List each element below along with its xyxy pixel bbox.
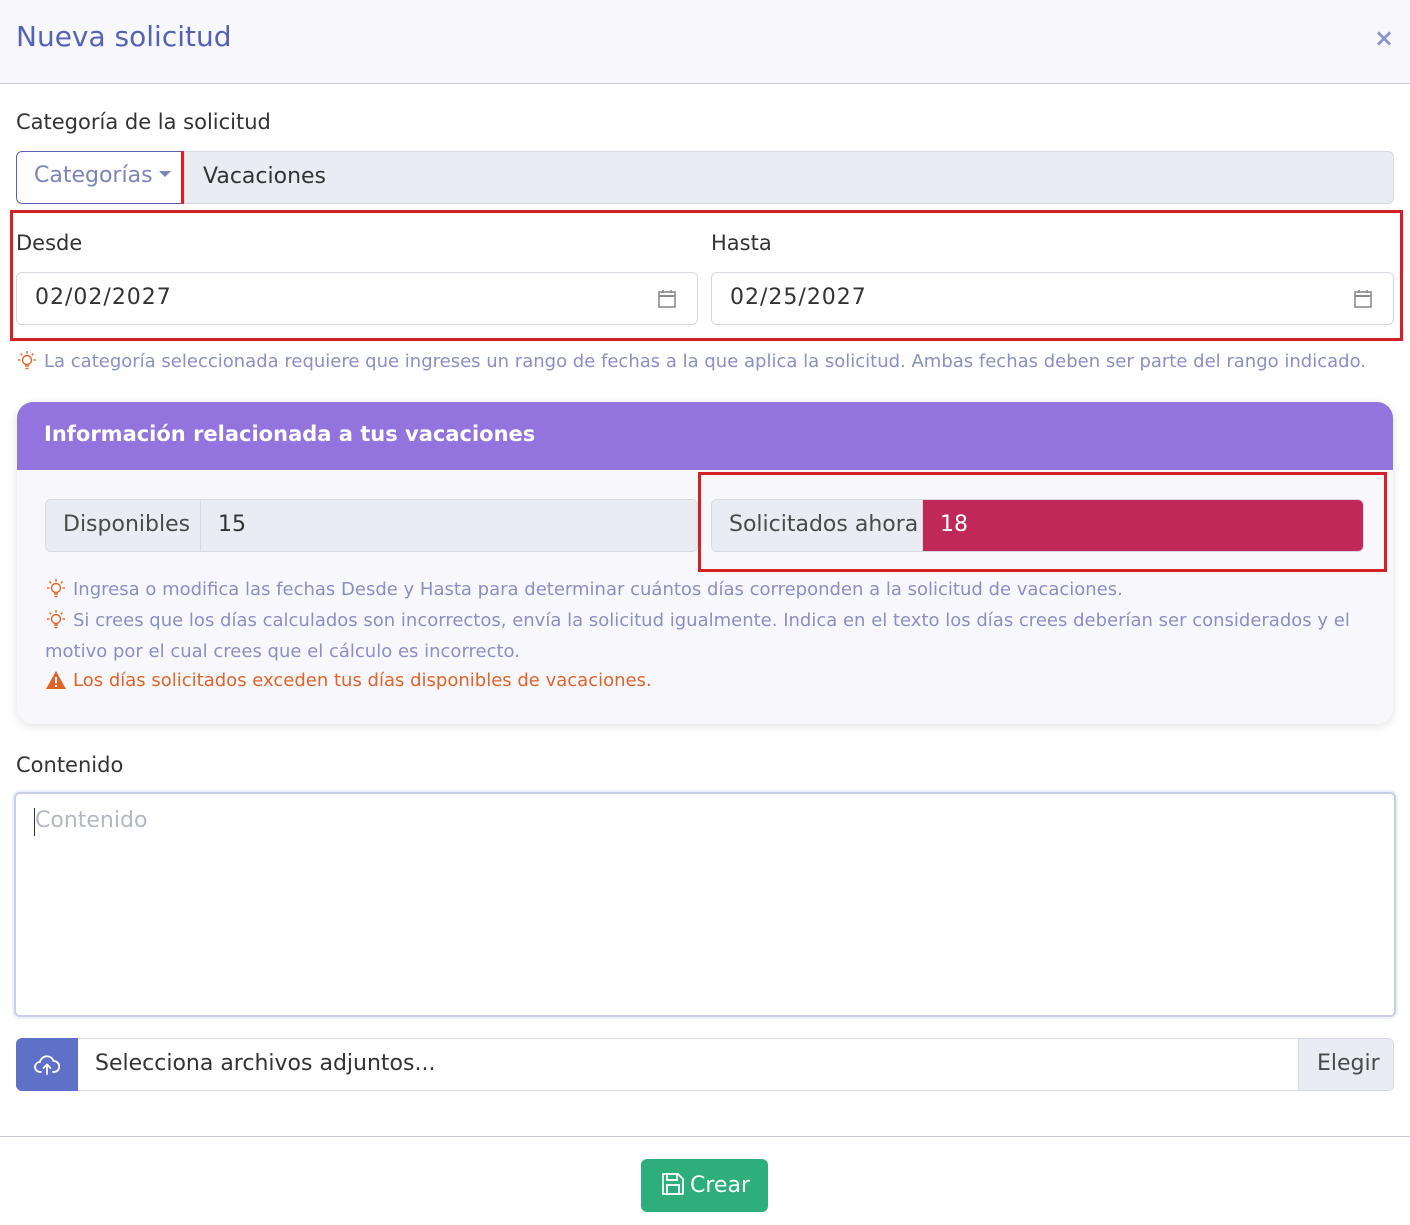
vacation-warning: Los días solicitados exceden tus días di… (45, 665, 1375, 696)
vacation-hint-1-text: Ingresa o modifica las fechas Desde y Ha… (73, 579, 1123, 600)
category-input-group: Categorías Vacaciones (16, 151, 1394, 204)
available-days-label: Disponibles (46, 500, 201, 551)
close-icon[interactable]: × (1374, 24, 1394, 52)
to-date-input[interactable]: 02/25/2027 (711, 272, 1394, 325)
from-date-label: Desde (16, 231, 83, 255)
save-icon (662, 1173, 684, 1195)
available-days-box: Disponibles 15 (45, 499, 698, 552)
requested-highlight-box (698, 472, 1387, 572)
content-placeholder: Contenido (35, 808, 148, 833)
vacation-warning-text: Los días solicitados exceden tus días di… (73, 670, 652, 691)
modal-title: Nueva solicitud (16, 20, 232, 53)
vacation-hint-2: Si crees que los días calculados son inc… (45, 605, 1375, 667)
categories-dropdown-button[interactable]: Categorías (16, 151, 182, 204)
caret-down-icon (158, 171, 171, 177)
modal-header: Nueva solicitud × (0, 0, 1410, 84)
content-textarea[interactable]: Contenido (14, 792, 1396, 1017)
category-label: Categoría de la solicitud (16, 110, 271, 134)
lightbulb-icon (18, 351, 36, 370)
lightbulb-icon (47, 610, 65, 629)
upload-button[interactable] (16, 1038, 78, 1091)
calendar-icon[interactable] (657, 289, 677, 309)
available-days-value: 15 (218, 512, 246, 537)
create-button[interactable]: Crear (641, 1159, 768, 1212)
categories-dropdown-label: Categorías (34, 163, 153, 188)
calendar-icon[interactable] (1353, 289, 1373, 309)
vacation-card-title: Información relacionada a tus vacaciones (17, 402, 1393, 470)
choose-file-button[interactable]: Elegir (1298, 1038, 1394, 1091)
create-button-label: Crear (690, 1173, 750, 1198)
lightbulb-icon (47, 579, 65, 598)
from-date-input[interactable]: 02/02/2027 (16, 272, 698, 325)
category-selected-value: Vacaciones (184, 151, 1394, 204)
warning-icon (46, 671, 66, 689)
to-date-value: 02/25/2027 (730, 285, 867, 310)
to-date-label: Hasta (711, 231, 772, 255)
vacation-hint-1: Ingresa o modifica las fechas Desde y Ha… (45, 574, 1375, 605)
content-label: Contenido (16, 753, 124, 777)
from-date-value: 02/02/2027 (35, 285, 172, 310)
cloud-upload-icon (34, 1055, 60, 1075)
attachments-file-input[interactable]: Selecciona archivos adjuntos... (78, 1038, 1299, 1091)
vacation-hint-2-text: Si crees que los días calculados son inc… (45, 610, 1350, 662)
footer-divider (0, 1136, 1410, 1137)
attachments-input-group: Selecciona archivos adjuntos... Elegir (16, 1038, 1394, 1091)
dates-hint-text: La categoría seleccionada requiere que i… (44, 351, 1366, 372)
dates-hint: La categoría seleccionada requiere que i… (16, 346, 1396, 377)
